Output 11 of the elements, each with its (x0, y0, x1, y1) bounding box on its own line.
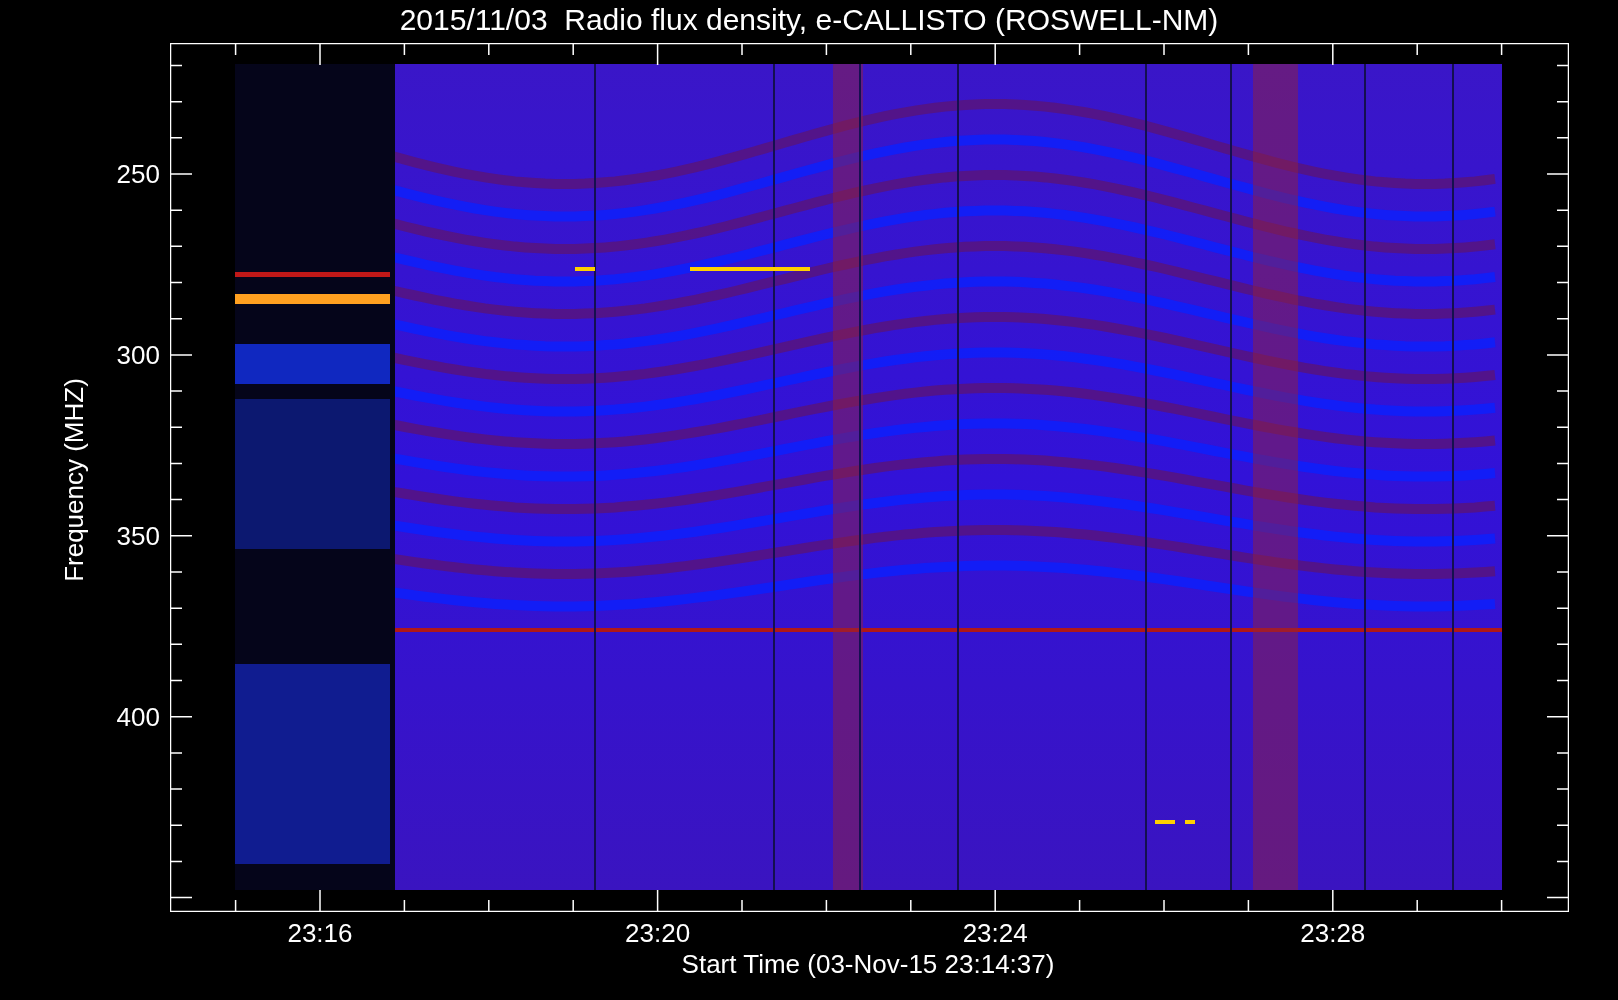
x-tick-label: 23:16 (286, 918, 354, 948)
x-axis-label: Start Time (03-Nov-15 23:14:37) (680, 948, 1056, 980)
x-tick-label: 23:20 (624, 918, 692, 948)
y-tick-label: 400 (115, 701, 160, 732)
y-axis-label: Frequency (MHZ) (58, 377, 90, 584)
y-tick-label: 350 (115, 520, 160, 551)
y-tick-label: 300 (115, 339, 160, 370)
x-tick-label: 23:28 (1299, 918, 1367, 948)
chart-title: 2015/11/03 Radio flux density, e-CALLISTO (ROSWELL-NM) (398, 2, 1220, 38)
y-tick-label: 250 (115, 159, 160, 189)
x-tick-label: 23:24 (961, 918, 1029, 948)
